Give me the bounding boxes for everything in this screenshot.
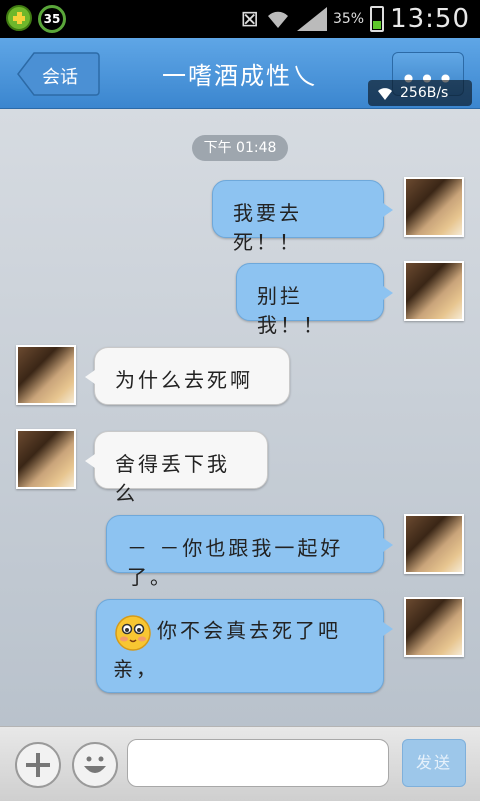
timer-35-icon: 35 (38, 5, 66, 33)
message-bubble-outgoing[interactable]: 你不会真去死了吧 亲， (96, 599, 393, 693)
message-text: 为什么去死啊 (115, 368, 253, 392)
message-bubble-incoming[interactable]: 为什么去死啊 (85, 347, 290, 405)
wifi-icon (378, 88, 392, 100)
vibrate-icon: ⊠ (240, 6, 259, 32)
contact-avatar[interactable] (16, 429, 76, 489)
message-input[interactable] (127, 739, 389, 787)
clock: 13:50 (390, 4, 470, 34)
message-text: － －你也跟我一起好了。 (127, 536, 344, 589)
message-text-line2: 亲， (113, 657, 159, 681)
emoji-button[interactable] (72, 742, 118, 788)
signal-icon (296, 7, 327, 31)
message-bubble-outgoing[interactable]: 我要去死！！ (212, 180, 393, 254)
smiley-icon (84, 756, 106, 773)
plus-icon (26, 753, 50, 777)
notif-badge-count: 35 (43, 12, 61, 26)
message-text: 舍得丢下我么 (115, 452, 230, 505)
chat-title: 一嗜酒成性乀 (162, 62, 318, 90)
my-avatar[interactable] (404, 177, 464, 237)
chat-header: 会话 一嗜酒成性乀 ••• 256B/s (0, 38, 480, 109)
back-button-label: 会话 (42, 67, 78, 88)
my-avatar[interactable] (404, 597, 464, 657)
message-bubble-outgoing[interactable]: 别拦我！！ (236, 263, 393, 337)
net-speed-overlay: 256B/s (368, 80, 472, 106)
blushing-face-emoji (115, 615, 151, 651)
net-speed-value: 256B/s (400, 85, 449, 101)
status-bar: 35 ⊠ 35% 13:50 (0, 0, 480, 38)
message-text: 你不会真去死了吧 (157, 618, 341, 643)
message-text: 别拦我！！ (257, 284, 326, 337)
battery-percent: 35% (332, 11, 365, 27)
send-button[interactable]: 发送 (402, 739, 466, 787)
wifi-icon (267, 11, 288, 28)
message-list[interactable]: 下午 01:48 我要去死！！ 别拦我！！ 为什么去死啊 舍得丢下我么 － －你… (0, 109, 480, 726)
battery-icon (370, 6, 385, 32)
message-text: 我要去死！！ (233, 201, 302, 254)
app-plus-icon (6, 5, 32, 31)
message-timestamp: 下午 01:48 (192, 135, 288, 161)
add-attachment-button[interactable] (15, 742, 61, 788)
input-bar: 发送 (0, 726, 480, 801)
my-avatar[interactable] (404, 261, 464, 321)
contact-avatar[interactable] (16, 345, 76, 405)
my-avatar[interactable] (404, 514, 464, 574)
back-button[interactable]: 会话 (16, 52, 100, 96)
message-bubble-incoming[interactable]: 舍得丢下我么 (85, 431, 268, 505)
message-bubble-outgoing[interactable]: － －你也跟我一起好了。 (106, 515, 393, 589)
